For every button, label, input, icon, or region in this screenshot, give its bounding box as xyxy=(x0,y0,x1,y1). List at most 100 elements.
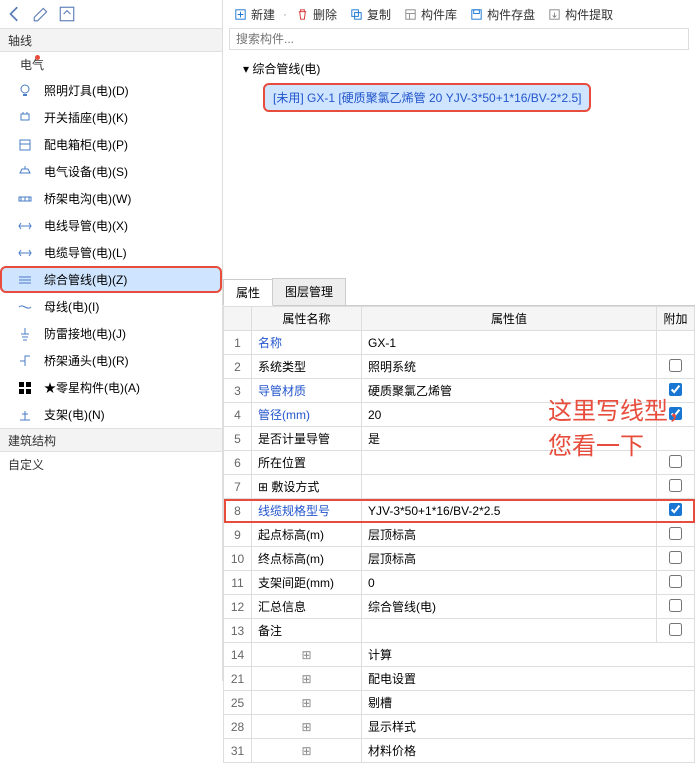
el-icon xyxy=(16,352,34,370)
prop-value[interactable]: 综合管线(电) xyxy=(362,595,657,619)
expand-icon[interactable]: ⊞ xyxy=(252,739,362,763)
tab-layers[interactable]: 图层管理 xyxy=(272,278,346,305)
item-label: 电线导管(电)(X) xyxy=(44,217,128,234)
tab-properties[interactable]: 属性 xyxy=(223,279,273,306)
expand-icon[interactable]: ⊞ xyxy=(252,667,362,691)
prop-value[interactable]: YJV-3*50+1*16/BV-2*2.5 xyxy=(362,499,657,523)
table-row[interactable]: 1名称GX-1 xyxy=(224,331,695,355)
prop-value[interactable]: 层顶标高 xyxy=(362,523,657,547)
extra-checkbox[interactable] xyxy=(669,359,682,372)
ext-button[interactable]: 构件提取 xyxy=(543,4,617,25)
lib-button[interactable]: 构件库 xyxy=(399,4,461,25)
table-row[interactable]: 28⊞显示样式 xyxy=(224,715,695,739)
tree-item[interactable]: [未用] GX-1 [硬质聚氯乙烯管 20 YJV-3*50+1*16/BV-2… xyxy=(263,83,591,112)
del-button[interactable]: 删除 xyxy=(291,4,341,25)
prop-value[interactable]: GX-1 xyxy=(362,331,657,355)
table-row[interactable]: 11支架间距(mm)0 xyxy=(224,571,695,595)
table-row[interactable]: 7⊞ 敷设方式 xyxy=(224,475,695,499)
item-label: 桥架通头(电)(R) xyxy=(44,352,129,369)
sidebar-item[interactable]: 开关插座(电)(K) xyxy=(0,104,222,131)
section-building[interactable]: 建筑结构 xyxy=(0,428,222,452)
extra-checkbox[interactable] xyxy=(669,551,682,564)
sidebar-item[interactable]: 母线(电)(I) xyxy=(0,293,222,320)
prop-value[interactable]: 0 xyxy=(362,571,657,595)
table-row[interactable]: 31⊞材料价格 xyxy=(224,739,695,763)
extra-checkbox[interactable] xyxy=(669,503,682,516)
table-row[interactable]: 6所在位置 xyxy=(224,451,695,475)
table-row[interactable]: 14⊞计算 xyxy=(224,643,695,667)
sup-icon xyxy=(16,406,34,424)
properties-table: 属性名称 属性值 附加 1名称GX-12系统类型照明系统3导管材质硬质聚氯乙烯管… xyxy=(223,306,695,763)
new-button[interactable]: 新建 xyxy=(229,4,279,25)
lib-icon xyxy=(403,7,418,22)
table-row[interactable]: 4管径(mm)20 xyxy=(224,403,695,427)
prop-value[interactable]: 硬质聚氯乙烯管 xyxy=(362,379,657,403)
extra-checkbox[interactable] xyxy=(669,527,682,540)
sidebar-item[interactable]: 桥架电沟(电)(W) xyxy=(0,185,222,212)
table-row[interactable]: 21⊞配电设置 xyxy=(224,667,695,691)
prop-value[interactable]: 20 xyxy=(362,403,657,427)
save-button[interactable]: 构件存盘 xyxy=(465,4,539,25)
prop-value[interactable] xyxy=(362,475,657,499)
arrow-left-icon[interactable] xyxy=(6,5,24,23)
table-row[interactable]: 5是否计量导管是 xyxy=(224,427,695,451)
extra-checkbox[interactable] xyxy=(669,623,682,636)
table-row[interactable]: 13备注 xyxy=(224,619,695,643)
item-label: 开关插座(电)(K) xyxy=(44,109,128,126)
sidebar-item[interactable]: ★零星构件(电)(A) xyxy=(0,374,222,401)
left-toolbar xyxy=(0,0,222,28)
sidebar-item[interactable]: 电气设备(电)(S) xyxy=(0,158,222,185)
prop-value[interactable] xyxy=(362,451,657,475)
table-row[interactable]: 12汇总信息综合管线(电) xyxy=(224,595,695,619)
item-label: ★零星构件(电)(A) xyxy=(44,379,140,396)
expand-icon[interactable]: ⊞ xyxy=(252,643,362,667)
edit-icon[interactable] xyxy=(32,5,50,23)
extra-checkbox[interactable] xyxy=(669,455,682,468)
sidebar-item[interactable]: 电线导管(电)(X) xyxy=(0,212,222,239)
prop-name: 所在位置 xyxy=(252,451,362,475)
extra-checkbox[interactable] xyxy=(669,575,682,588)
expand-icon[interactable]: ⊞ xyxy=(252,691,362,715)
ext-icon xyxy=(547,7,562,22)
save-icon xyxy=(469,7,484,22)
extra-checkbox[interactable] xyxy=(669,407,682,420)
extra-checkbox[interactable] xyxy=(669,479,682,492)
extra-checkbox[interactable] xyxy=(669,599,682,612)
sidebar-item[interactable]: 支架(电)(N) xyxy=(0,401,222,428)
prop-name: ⊞ 敷设方式 xyxy=(252,475,362,499)
prop-value[interactable]: 层顶标高 xyxy=(362,547,657,571)
table-row[interactable]: 2系统类型照明系统 xyxy=(224,355,695,379)
sidebar-item[interactable]: 电缆导管(电)(L) xyxy=(0,239,222,266)
prop-value[interactable]: 照明系统 xyxy=(362,355,657,379)
component-tree: ▾ 综合管线(电) [未用] GX-1 [硬质聚氯乙烯管 20 YJV-3*50… xyxy=(223,52,695,118)
box-icon xyxy=(16,136,34,154)
expand-icon[interactable]: ⊞ xyxy=(252,715,362,739)
sidebar-item[interactable]: 综合管线(电)(Z) xyxy=(0,266,222,293)
prop-name: 支架间距(mm) xyxy=(252,571,362,595)
sidebar-item[interactable]: 桥架通头(电)(R) xyxy=(0,347,222,374)
copy-button[interactable]: 复制 xyxy=(345,4,395,25)
prop-value[interactable] xyxy=(362,619,657,643)
extra-checkbox[interactable] xyxy=(669,383,682,396)
prop-value[interactable]: 是 xyxy=(362,427,657,451)
section-axis[interactable]: 轴线 xyxy=(0,28,222,52)
col-value: 属性值 xyxy=(362,307,657,331)
new-icon xyxy=(233,7,248,22)
expand-icon[interactable] xyxy=(58,5,76,23)
table-row[interactable]: 8线缆规格型号YJV-3*50+1*16/BV-2*2.5 xyxy=(224,499,695,523)
table-row[interactable]: 9起点标高(m)层顶标高 xyxy=(224,523,695,547)
tree-root[interactable]: ▾ 综合管线(电) xyxy=(243,58,687,79)
sidebar-item[interactable]: 照明灯具(电)(D) xyxy=(0,77,222,104)
table-row[interactable]: 25⊞剔槽 xyxy=(224,691,695,715)
bus-icon xyxy=(16,298,34,316)
category-electrical[interactable]: 电气 xyxy=(0,52,222,77)
table-row[interactable]: 10终点标高(m)层顶标高 xyxy=(224,547,695,571)
search-input[interactable] xyxy=(229,28,689,50)
item-label: 综合管线(电)(Z) xyxy=(44,271,127,288)
prop-name: 剔槽 xyxy=(362,691,695,715)
category-custom[interactable]: 自定义 xyxy=(0,452,222,477)
sidebar-item[interactable]: 防雷接地(电)(J) xyxy=(0,320,222,347)
table-row[interactable]: 3导管材质硬质聚氯乙烯管 xyxy=(224,379,695,403)
prop-name: 是否计量导管 xyxy=(252,427,362,451)
sidebar-item[interactable]: 配电箱柜(电)(P) xyxy=(0,131,222,158)
